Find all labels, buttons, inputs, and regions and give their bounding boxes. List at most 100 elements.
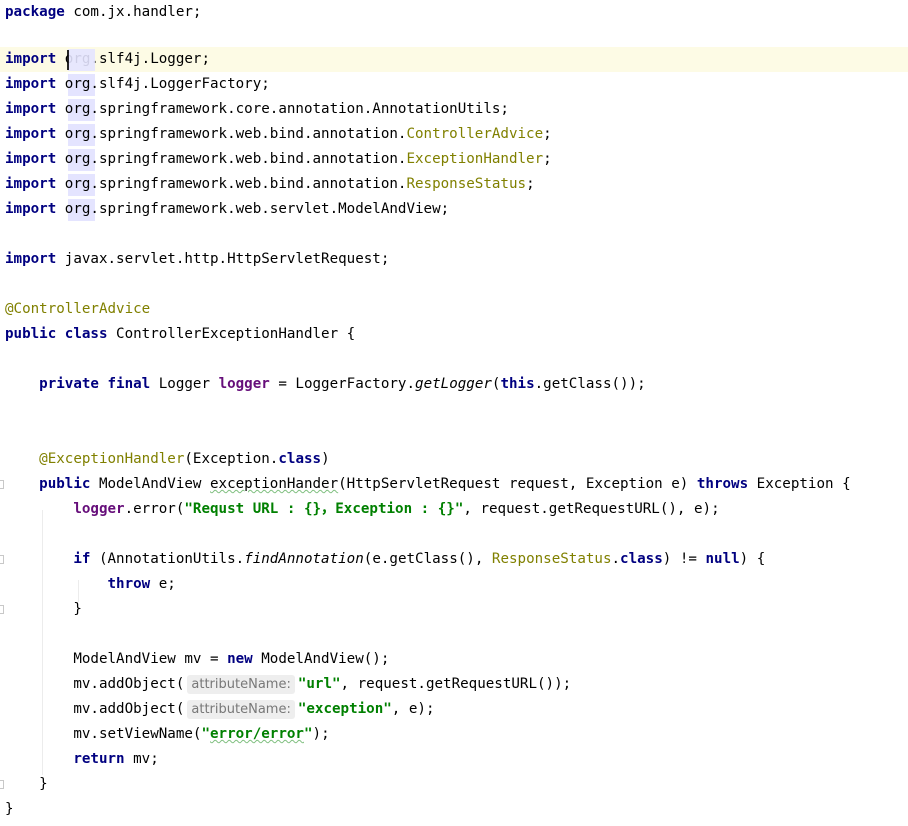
brace: } [39,776,48,792]
code-line[interactable]: throw e; [0,572,908,597]
keyword: private final [39,376,151,392]
method-annotation: @ExceptionHandler [39,451,185,467]
code-line[interactable]: if (AnnotationUtils.findAnnotation(e.get… [0,547,908,572]
code-line[interactable]: } [0,772,908,797]
code-line[interactable]: ModelAndView mv = new ModelAndView(); [0,647,908,672]
import-path: org.springframework.web.bind.annotation. [64,126,407,142]
brace: } [73,601,82,617]
static-method: getLogger [415,376,492,392]
code-text: .getClass()); [534,376,646,392]
annotation-name: ResponseStatus [406,176,527,192]
code-line[interactable]: import org.springframework.web.servlet.M… [0,197,908,222]
parameter-hint: attributeName: [187,700,295,719]
keyword: return [73,751,125,767]
code-text: mv.addObject( [73,701,185,717]
code-text: , request.getRequestURL(), e); [463,501,720,517]
import-path: org.springframework.web.bind.annotation. [64,176,407,192]
code-editor[interactable]: package com.jx.handler; import org.slf4j… [0,0,908,826]
code-text: (HttpServletRequest request, Exception e… [338,476,697,492]
code-text: = LoggerFactory. [269,376,416,392]
code-line[interactable]: @ExceptionHandler(Exception.class) [0,447,908,472]
string-literal: "url" [297,676,341,692]
string-literal: " [303,726,313,742]
parameter-hint: attributeName: [187,675,295,694]
code-text: . [611,551,621,567]
code-line[interactable]: import org.springframework.web.bind.anno… [0,147,908,172]
code-line[interactable]: public ModelAndView exceptionHander(Http… [0,472,908,497]
code-line[interactable]: import javax.servlet.http.HttpServletReq… [0,247,908,272]
semicolon: ; [543,151,552,167]
annotation-name: ExceptionHandler [406,151,544,167]
text-caret [67,50,69,70]
code-text: ) { [739,551,766,567]
code-line[interactable]: mv.addObject(attributeName: "exception", … [0,697,908,722]
code-line[interactable]: public class ControllerExceptionHandler … [0,322,908,347]
keyword: throw [107,576,151,592]
class-annotation: @ControllerAdvice [5,301,151,317]
keyword: if [73,551,91,567]
field-name: logger [73,501,125,517]
string-literal: "Requst URL : {}，Exception : {}" [184,501,464,517]
code-text: mv; [124,751,159,767]
import-path: org.springframework.web.servlet.ModelAnd… [64,201,450,217]
code-line[interactable]: } [0,797,908,822]
string-literal: " [201,726,211,742]
annotation-name: ControllerAdvice [406,126,544,142]
keyword: null [705,551,740,567]
code-text: Exception { [748,476,851,492]
keyword: class [620,551,663,567]
keyword: import [5,176,57,192]
code-text: .error( [124,501,185,517]
code-line[interactable]: package com.jx.handler; [0,0,908,25]
string-literal: "exception" [297,701,392,717]
code-text: ModelAndView [98,476,211,492]
code-text: ModelAndView mv = [73,651,228,667]
code-text: ModelAndView(); [252,651,390,667]
keyword: public [39,476,91,492]
identifier-highlight [68,49,95,71]
code-text: mv.addObject( [73,676,185,692]
code-text: ) != [662,551,706,567]
keyword: throws [696,476,749,492]
type-name: Logger [158,376,211,392]
keyword: package [5,4,65,20]
semicolon: ; [526,176,535,192]
code-line[interactable]: mv.addObject(attributeName: "url", reques… [0,672,908,697]
keyword: this [500,376,535,392]
code-line[interactable]: } [0,597,908,622]
static-method: findAnnotation [244,551,364,567]
code-text: (e.getClass(), [363,551,492,567]
keyword: import [5,101,57,117]
keyword: import [5,126,57,142]
code-text: mv.setViewName( [73,726,202,742]
code-text: e; [150,576,176,592]
keyword: public class [5,326,108,342]
code-line[interactable]: logger.error("Requst URL : {}，Exception … [0,497,908,522]
code-line[interactable]: private final Logger logger = LoggerFact… [0,372,908,397]
import-path: org.springframework.web.bind.annotation. [64,151,407,167]
package-name: com.jx.handler; [73,4,202,20]
import-path: org.springframework.core.annotation.Anno… [64,101,509,117]
code-line[interactable]: import org.springframework.core.annotati… [0,97,908,122]
code-text: (AnnotationUtils. [90,551,245,567]
code-line[interactable]: @ControllerAdvice [0,297,908,322]
keyword: class [278,451,322,467]
keyword: import [5,51,57,67]
class-name: ControllerExceptionHandler { [116,326,356,342]
code-text: , e); [391,701,435,717]
code-text: , request.getRequestURL()); [340,676,572,692]
code-line[interactable]: import org.slf4j.LoggerFactory; [0,72,908,97]
code-line[interactable]: import org.springframework.web.bind.anno… [0,172,908,197]
method-name: exceptionHander [210,476,339,492]
keyword: import [5,251,57,267]
code-line-current[interactable]: import org.slf4j.Logger; [0,47,908,72]
keyword: import [5,76,57,92]
code-line[interactable]: import org.springframework.web.bind.anno… [0,122,908,147]
semicolon: ; [543,126,552,142]
keyword: new [227,651,253,667]
code-text: (Exception. [184,451,279,467]
code-text: ) [321,451,330,467]
annotation-name: ResponseStatus [491,551,612,567]
code-line[interactable]: mv.setViewName("error/error"); [0,722,908,747]
code-line[interactable]: return mv; [0,747,908,772]
